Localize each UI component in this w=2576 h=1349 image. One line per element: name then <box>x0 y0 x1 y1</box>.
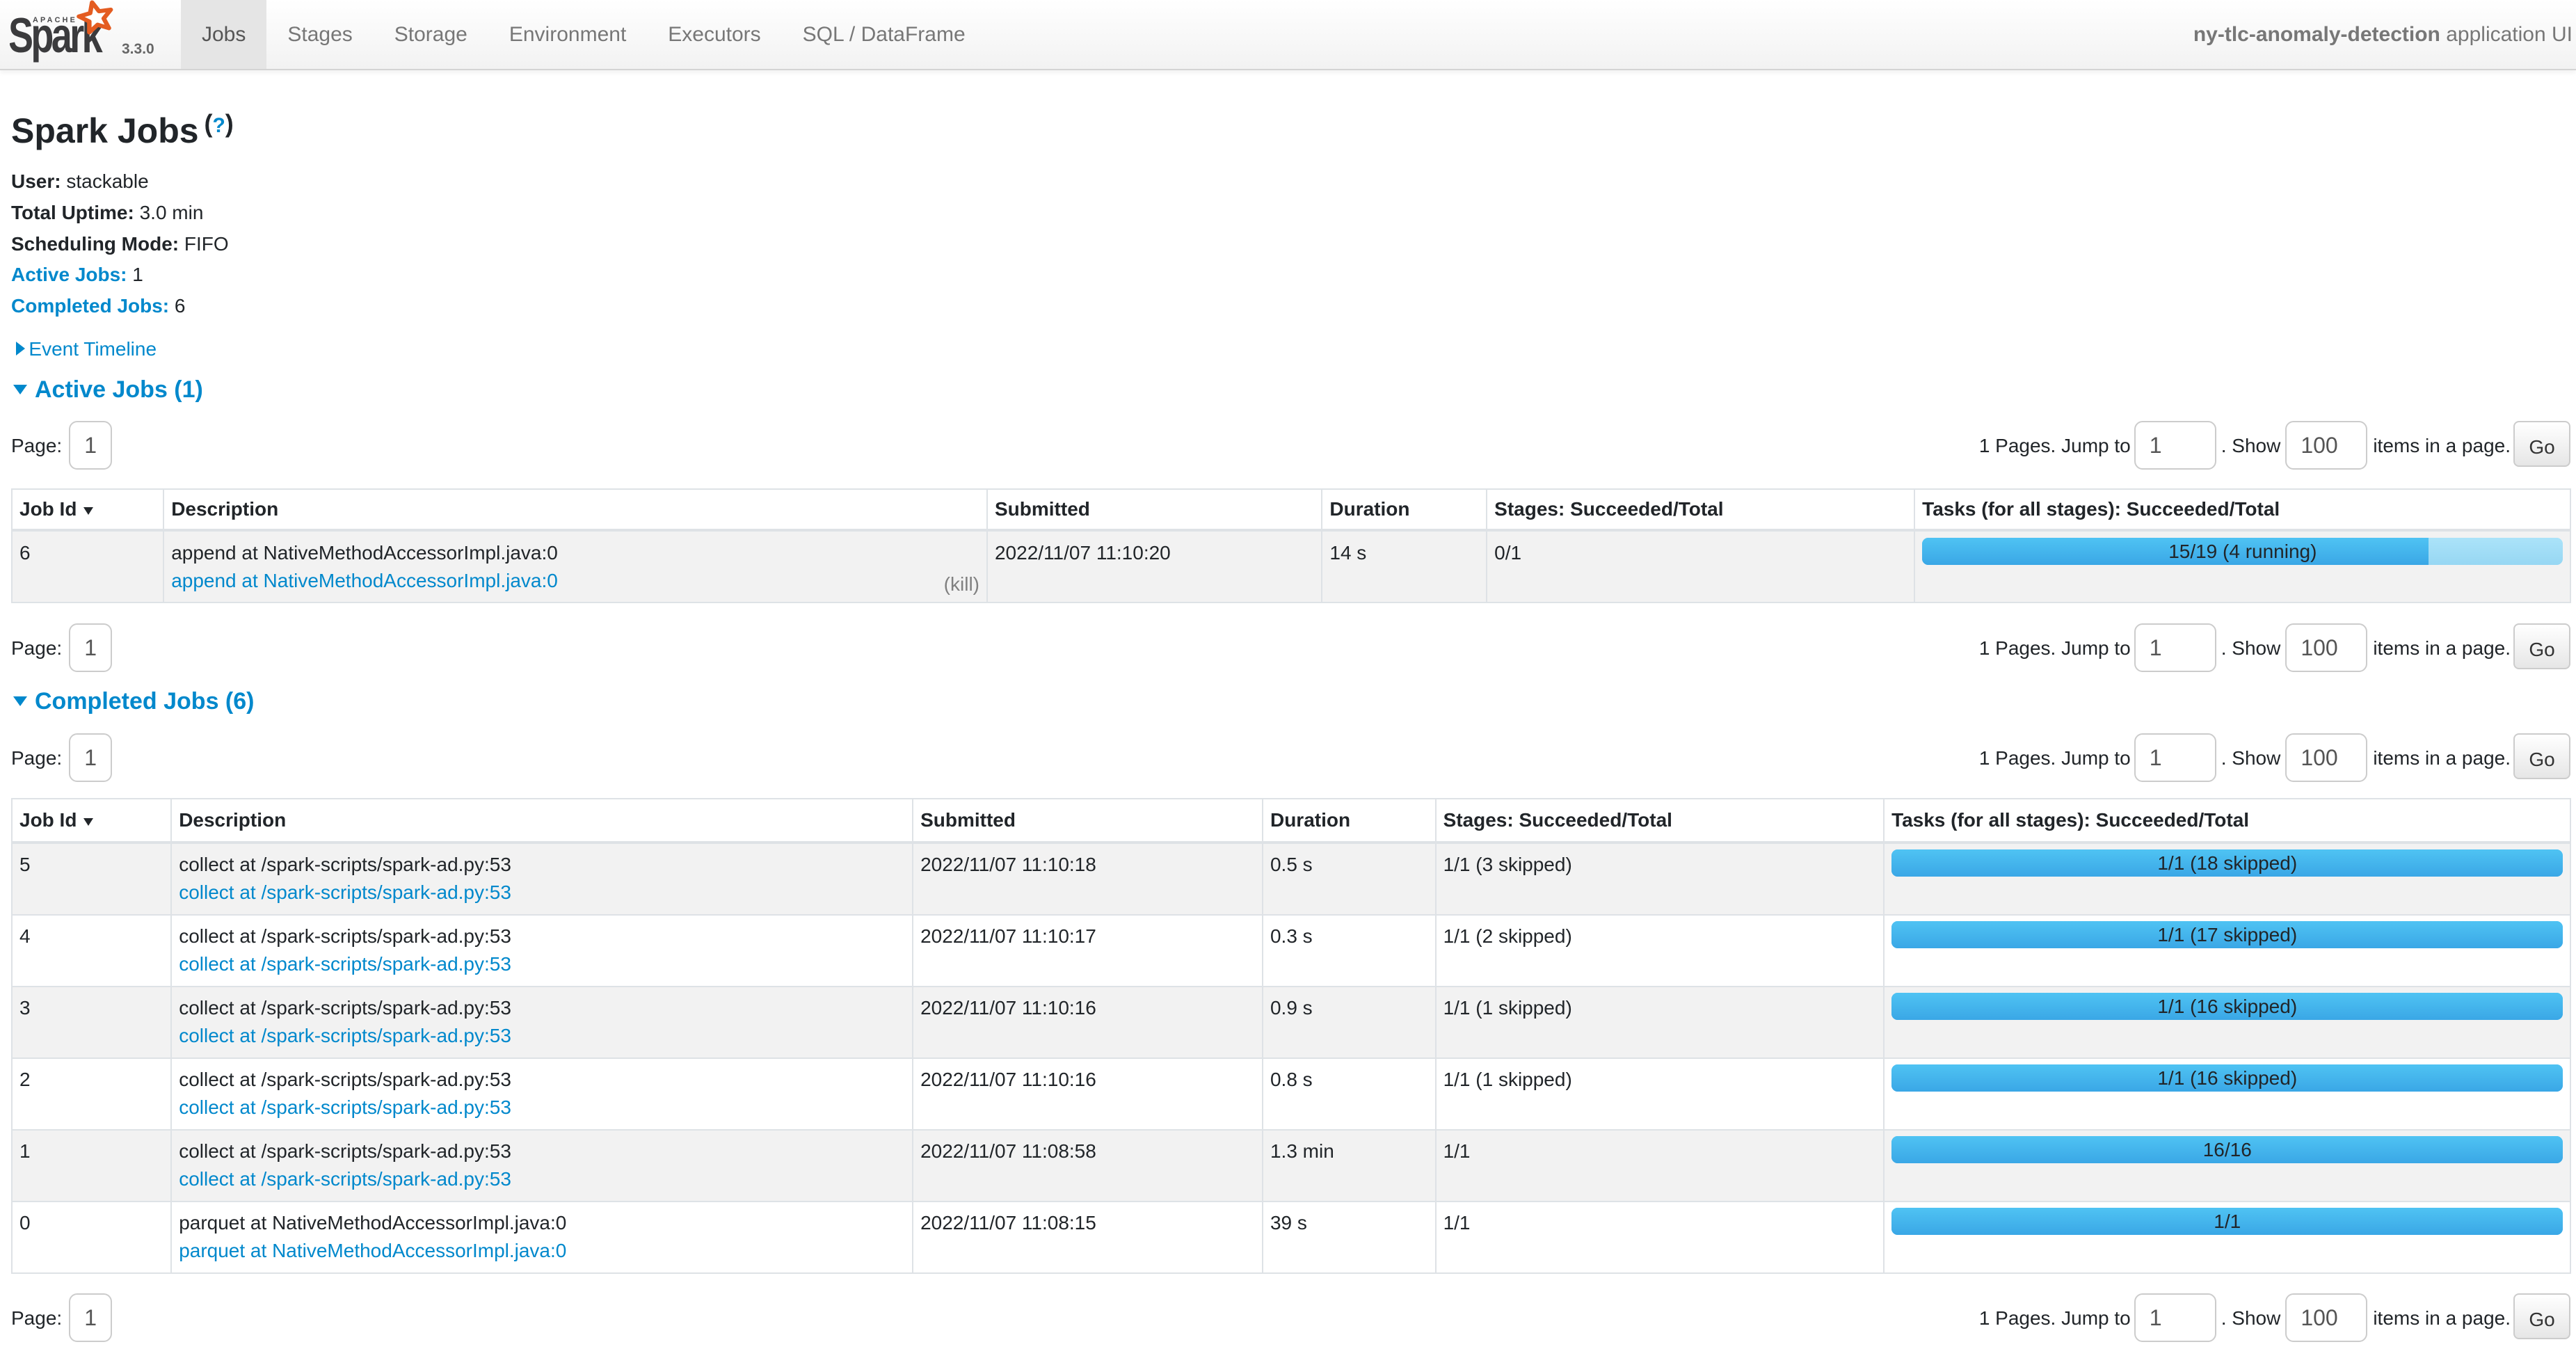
svg-text:APACHE: APACHE <box>33 16 77 24</box>
